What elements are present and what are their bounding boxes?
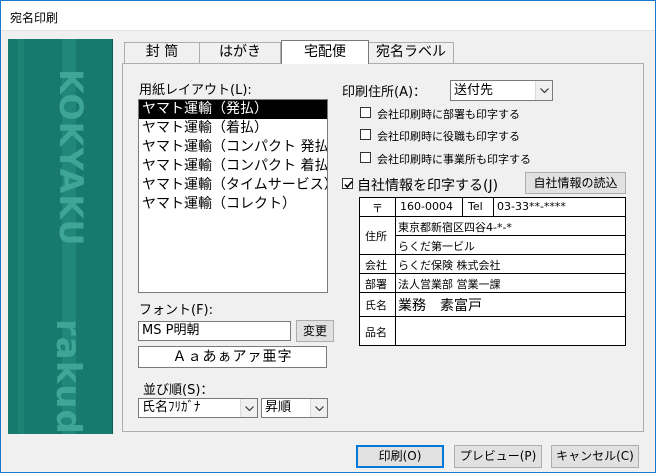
list-item[interactable]: ヤマト運輸（タイムサービス） xyxy=(139,176,327,195)
font-change-button[interactable]: 変更 xyxy=(296,320,334,342)
paper-layout-listbox[interactable]: ヤマト運輸（発払） ヤマト運輸（着払） ヤマト運輸（コンパクト 発払） ヤマト運… xyxy=(138,99,328,293)
address-line2-value: らくだ第一ビル xyxy=(398,240,475,253)
print-office-checkbox[interactable] xyxy=(360,152,371,163)
sort-order-label: 並び順(S)： xyxy=(143,383,214,398)
department-value: 法人営業部 営業一課 xyxy=(398,278,501,291)
load-company-info-button[interactable]: 自社情報の読込 xyxy=(525,172,626,194)
print-company-info-label[interactable]: 自社情報を印字する(J) xyxy=(357,175,498,195)
postal-mark-label: 〒 xyxy=(372,202,383,215)
department-label: 部署 xyxy=(365,278,387,291)
table-divider xyxy=(493,198,494,216)
tab-address-label[interactable]: 宛名ラベル xyxy=(368,42,454,63)
tel-label: Tel xyxy=(468,200,483,213)
postal-code-value: 160-0004 xyxy=(400,200,453,213)
title-bar[interactable]: 宛名印刷 xyxy=(1,1,655,31)
table-divider xyxy=(395,235,625,236)
print-address-label: 印刷住所(A)： xyxy=(342,85,427,100)
table-divider xyxy=(360,316,625,317)
list-item[interactable]: ヤマト運輸（発払） xyxy=(139,100,327,119)
table-divider xyxy=(360,273,625,274)
tab-parcel-delivery[interactable]: 宅配便 xyxy=(281,40,369,64)
name-value: 業務 素富戸 xyxy=(398,298,482,314)
chevron-down-icon[interactable] xyxy=(240,399,257,417)
table-divider xyxy=(462,198,463,216)
side-decoration-panel: KOKYAKU rakuda xyxy=(8,39,113,434)
list-item[interactable]: ヤマト運輸（コンパクト 着払） xyxy=(139,157,327,176)
sort-order-value: 昇順 xyxy=(265,400,292,415)
product-label: 品名 xyxy=(365,326,387,339)
sort-order-dropdown[interactable]: 昇順 xyxy=(261,398,328,418)
list-item[interactable]: ヤマト運輸（着払） xyxy=(139,119,327,138)
table-divider xyxy=(360,216,625,217)
print-company-info-checkbox[interactable] xyxy=(342,178,353,189)
font-name-field[interactable]: MS P明朝 xyxy=(138,321,291,341)
print-address-dropdown[interactable]: 送付先 xyxy=(450,80,553,101)
font-label: フォント(F): xyxy=(139,303,214,318)
cancel-button[interactable]: キャンセル(C) xyxy=(551,445,639,468)
checkmark-icon xyxy=(344,180,353,189)
font-sample-preview: Ａａあぁアァ亜字 xyxy=(138,346,327,368)
address-label: 住所 xyxy=(365,230,387,243)
company-value: らくだ保険 株式会社 xyxy=(398,259,501,272)
chevron-down-icon[interactable] xyxy=(535,81,552,100)
list-item[interactable]: ヤマト運輸（コレクト） xyxy=(139,195,327,214)
name-label: 氏名 xyxy=(365,299,387,312)
sort-field-dropdown[interactable]: 氏名ﾌﾘｶﾞﾅ xyxy=(138,398,258,418)
print-department-checkbox[interactable] xyxy=(360,107,371,118)
panel-stripe xyxy=(18,39,24,434)
sort-field-value: 氏名ﾌﾘｶﾞﾅ xyxy=(142,400,201,415)
watermark-text-bottom: rakuda xyxy=(48,319,88,434)
print-title-label[interactable]: 会社印刷時に役職も印字する xyxy=(377,128,520,144)
table-divider xyxy=(360,292,625,293)
watermark-text-top: KOKYAKU xyxy=(52,69,90,247)
table-divider xyxy=(360,254,625,255)
table-divider xyxy=(395,198,396,345)
print-button[interactable]: 印刷(O) xyxy=(356,445,444,468)
tab-envelope[interactable]: 封 筒 xyxy=(124,42,200,63)
address-line1-value: 東京都新宿区四谷4-*-* xyxy=(398,221,512,234)
tab-postcard[interactable]: はがき xyxy=(199,42,281,63)
chevron-down-icon[interactable] xyxy=(310,399,327,417)
print-department-label[interactable]: 会社印刷時に部署も印字する xyxy=(377,106,520,122)
tel-value: 03-33**-**** xyxy=(497,200,566,213)
preview-button[interactable]: プレビュー(P) xyxy=(454,445,542,468)
company-info-table: 〒 160-0004 Tel 03-33**-**** 住所 東京都新宿区四谷4… xyxy=(359,197,626,346)
company-label: 会社 xyxy=(365,259,387,272)
window-title: 宛名印刷 xyxy=(10,11,59,25)
paper-layout-label: 用紙レイアウト(L): xyxy=(139,83,252,98)
list-item[interactable]: ヤマト運輸（コンパクト 発払） xyxy=(139,138,327,157)
print-title-checkbox[interactable] xyxy=(360,129,371,140)
address-print-dialog: 宛名印刷 KOKYAKU rakuda 封 筒 はがき 宅配便 宛名ラベル 用紙… xyxy=(0,0,656,473)
print-office-label[interactable]: 会社印刷時に事業所も印字する xyxy=(377,151,531,167)
print-address-value: 送付先 xyxy=(454,83,494,98)
